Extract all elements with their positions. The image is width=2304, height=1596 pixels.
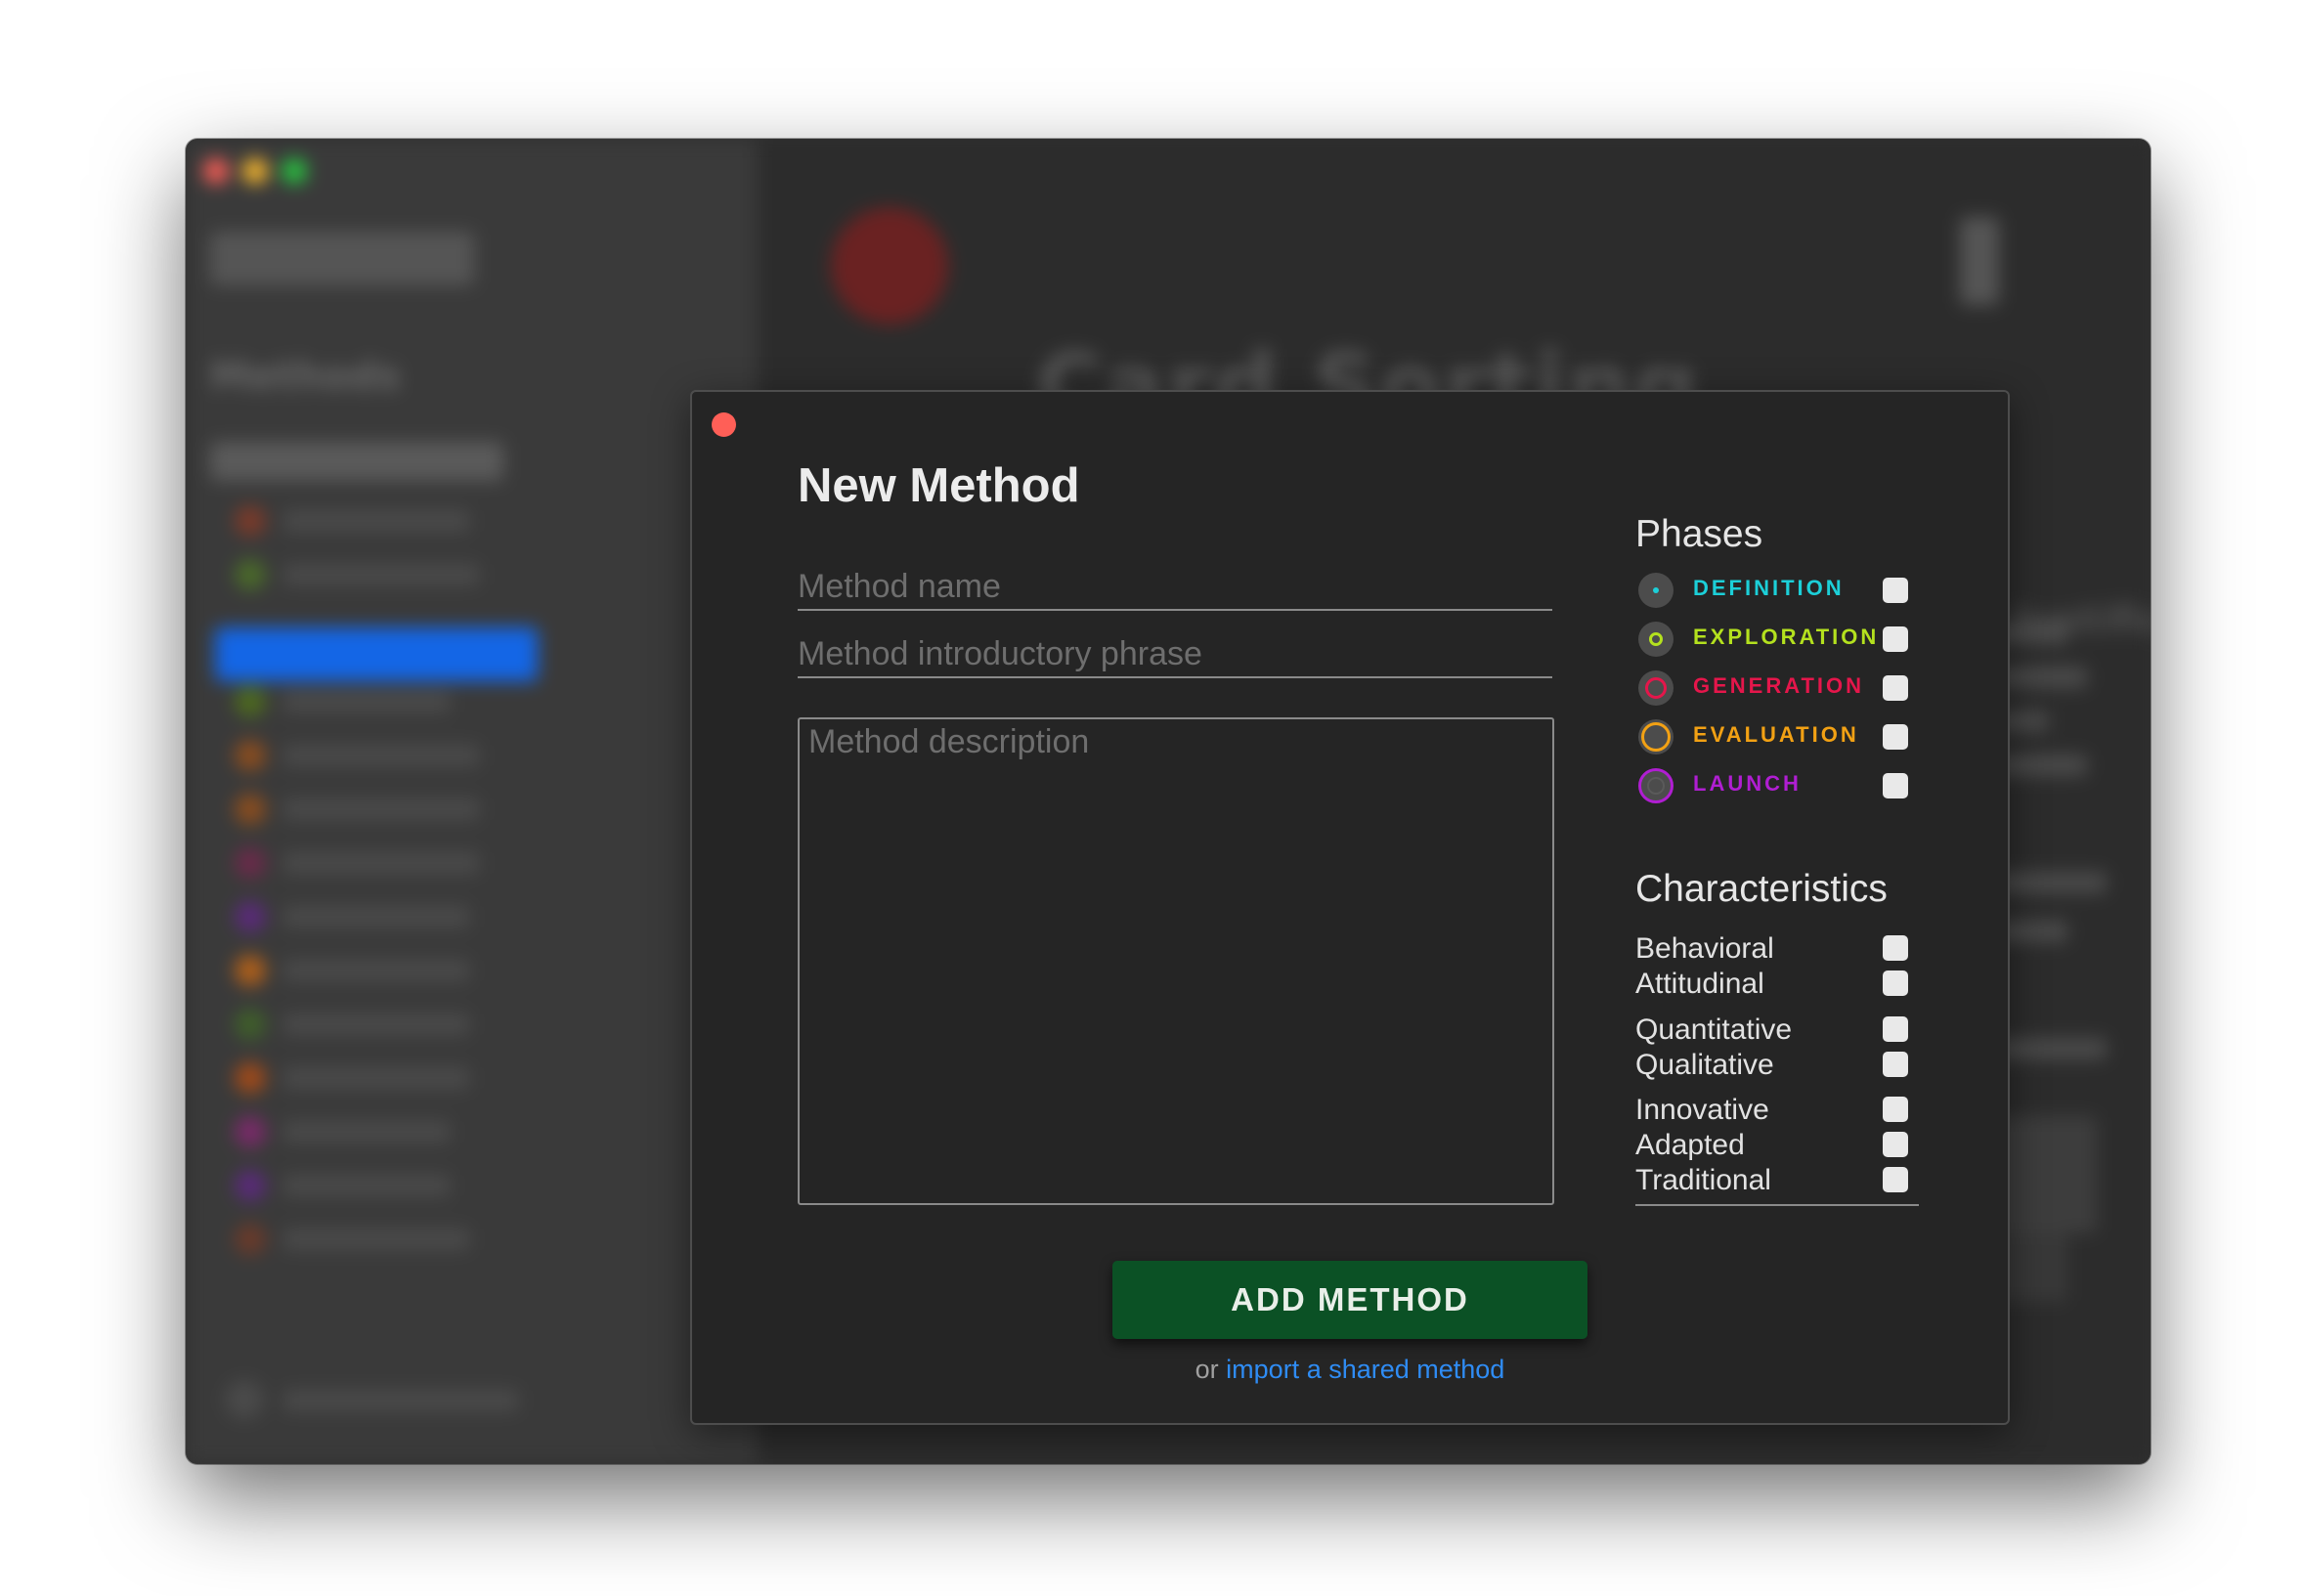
phase-label: GENERATION [1693,673,1865,698]
characteristic-row-traditional: Traditional [1635,1164,1919,1199]
background-item-dot [235,794,266,825]
background-item-dot [235,847,266,879]
background-search-bar [210,232,474,285]
quantitative-checkbox[interactable] [1883,1016,1908,1042]
close-button[interactable] [712,412,736,437]
background-item-line [283,510,469,532]
phase-row-evaluation: EVALUATION [1638,719,1917,758]
innovative-checkbox[interactable] [1883,1097,1908,1122]
evaluation-ring-icon [1638,719,1674,755]
background-item-line [283,960,469,981]
behavioral-checkbox[interactable] [1883,935,1908,961]
background-item-dot [235,955,266,986]
background-item-line [283,564,479,585]
definition-checkbox[interactable] [1883,578,1908,603]
import-prefix: or [1195,1355,1227,1384]
phase-label: DEFINITION [1693,576,1845,600]
phase-row-exploration: EXPLORATION [1638,622,1917,661]
background-item-line [283,852,479,874]
phase-row-definition: DEFINITION [1638,573,1917,612]
characteristic-label: Qualitative [1635,1049,1774,1081]
phase-label: EXPLORATION [1693,625,1880,649]
background-item-dot [235,1170,266,1201]
characteristics-heading: Characteristics [1635,868,1888,910]
qualitative-checkbox[interactable] [1883,1052,1908,1077]
characteristic-row-quantitative: Quantitative [1635,1014,1919,1049]
launch-ring-icon [1638,768,1674,803]
dialog-title: New Method [798,459,1080,512]
characteristic-row-behavioral: Behavioral [1635,932,1919,968]
method-description-textarea[interactable] [798,717,1554,1205]
background-item-dot [235,901,266,932]
background-sidebar: Methods [186,139,758,1464]
exploration-checkbox[interactable] [1883,626,1908,652]
characteristic-label: Quantitative [1635,1014,1793,1046]
phase-row-launch: LAUNCH [1638,768,1917,807]
background-item-dot [235,1224,266,1255]
phase-row-generation: GENERATION [1638,670,1917,710]
characteristic-label: Traditional [1635,1164,1771,1196]
background-method-icon [831,207,948,324]
characteristic-row-qualitative: Qualitative [1635,1049,1919,1084]
add-method-button[interactable]: ADD METHOD [1112,1261,1587,1339]
background-item-line [283,1229,469,1250]
background-sidebar-heading: Methods [210,354,401,399]
method-phrase-input[interactable] [798,631,1552,678]
evaluation-checkbox[interactable] [1883,724,1908,750]
background-item-dot [235,559,266,590]
background-item-line [283,1121,450,1143]
background-item-line [283,1175,450,1196]
import-line: or import a shared method [692,1355,2008,1385]
background-app-window: Methods Card Sorting Justifi New Method … [186,139,2151,1464]
window-close-icon [203,158,229,184]
window-zoom-icon [282,158,307,184]
adapted-checkbox[interactable] [1883,1132,1908,1157]
background-footer-line [283,1390,518,1411]
characteristic-label: Behavioral [1635,932,1774,965]
import-shared-method-link[interactable]: import a shared method [1226,1355,1504,1384]
background-item-line [283,1014,469,1035]
characteristic-label: Adapted [1635,1129,1745,1161]
phases-heading: Phases [1635,513,1763,555]
exploration-ring-icon [1638,622,1674,657]
background-item-dot [235,740,266,771]
generation-checkbox[interactable] [1883,675,1908,701]
attitudinal-checkbox[interactable] [1883,971,1908,996]
background-item-line [283,1067,469,1089]
traditional-checkbox[interactable] [1883,1167,1908,1192]
background-item-line [283,745,479,766]
background-item-dot [235,1116,266,1147]
background-selected-item [215,627,538,681]
launch-checkbox[interactable] [1883,773,1908,798]
background-item-line [283,906,469,927]
phase-label: LAUNCH [1693,771,1802,796]
characteristic-row-innovative: Innovative [1635,1094,1919,1129]
background-item-dot [235,505,266,537]
characteristic-label: Attitudinal [1635,968,1764,1000]
background-item-line [283,691,450,712]
background-item-dot [235,686,266,717]
definition-dot-icon [1638,573,1674,608]
window-minimize-icon [242,158,268,184]
generation-ring-icon [1638,670,1674,706]
method-name-input[interactable] [798,564,1552,611]
background-item-line [283,798,479,820]
background-item-dot [235,1009,266,1040]
background-toolbar-button [1960,217,1999,305]
background-filter-bar [210,442,503,481]
new-method-dialog: New Method Phases DEFINITION EXPLORATION… [690,390,2010,1425]
characteristic-row-attitudinal: Attitudinal [1635,968,1919,1003]
characteristics-divider [1635,1204,1919,1206]
background-detail-heading: Justification [2014,598,2151,643]
background-add-icon [225,1380,264,1419]
characteristic-row-adapted: Adapted [1635,1129,1919,1164]
background-item-dot [235,1062,266,1094]
characteristic-label: Innovative [1635,1094,1769,1126]
phase-label: EVALUATION [1693,722,1859,747]
